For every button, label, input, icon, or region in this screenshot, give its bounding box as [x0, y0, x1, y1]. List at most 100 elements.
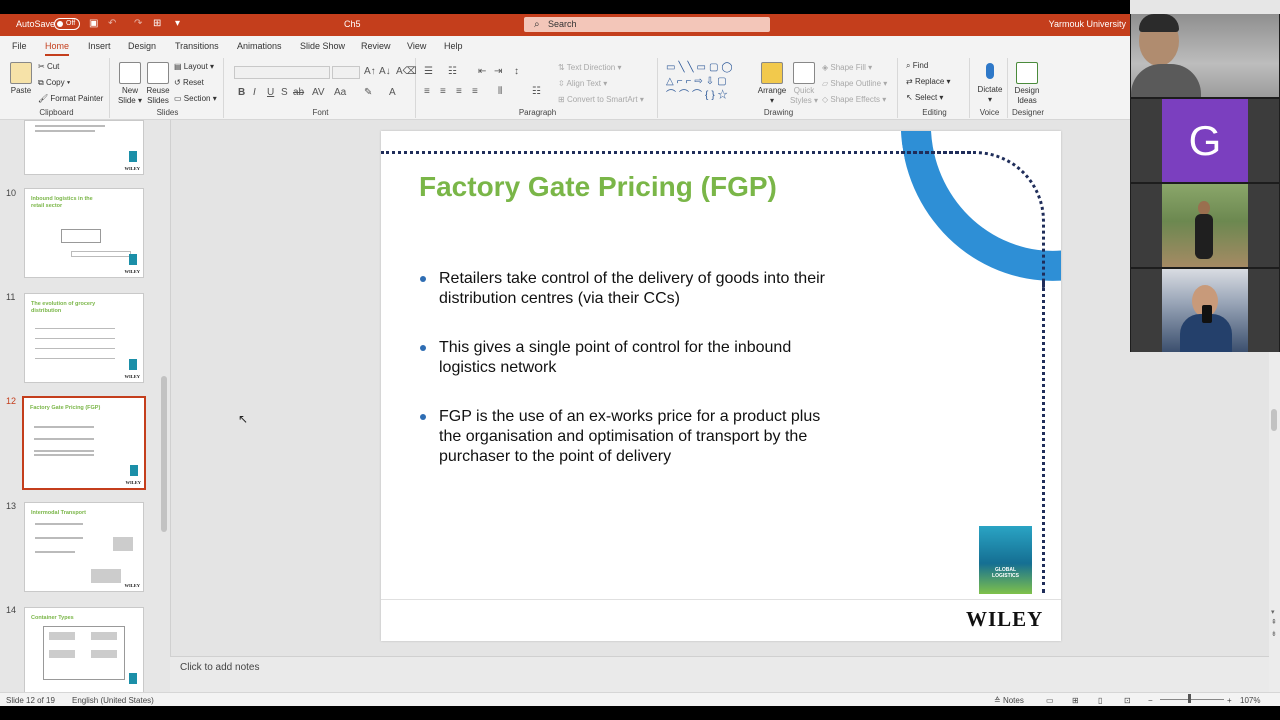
tab-review[interactable]: Review	[361, 41, 391, 51]
save-icon[interactable]: ▣	[89, 18, 98, 29]
replace-button[interactable]: ⇄ Replace ▾	[906, 77, 951, 86]
thumbnail-slide-14[interactable]: Container Types	[24, 607, 144, 697]
columns-icon[interactable]: ⫴	[498, 86, 502, 97]
shapes-gallery[interactable]: ▭╲╲▭▢◯ △⌐⌐⇨⇩▢ ⌒⌒⌒{}☆	[666, 61, 754, 105]
participant-tile-2[interactable]: G	[1131, 99, 1279, 182]
search-box[interactable]: ⌕ Search	[524, 17, 770, 32]
justify-icon[interactable]: ≡	[472, 86, 478, 97]
next-slide-icon[interactable]: ⇟	[1271, 630, 1277, 638]
line-spacing-icon[interactable]: ↕	[514, 66, 519, 77]
increase-indent-icon[interactable]: ⇥	[494, 66, 502, 77]
arrange-button[interactable]: Arrange ▾	[756, 62, 788, 106]
participant-tile-1[interactable]	[1131, 14, 1279, 97]
shape-effects-button[interactable]: ◇ Shape Effects ▾	[822, 95, 886, 104]
reading-view-icon[interactable]: ▯	[1098, 696, 1102, 705]
present-icon[interactable]: ⊞	[153, 18, 161, 29]
slide-sorter-icon[interactable]: ⊞	[1072, 696, 1079, 705]
grow-font-icon[interactable]: A↑	[364, 66, 376, 77]
zoom-level[interactable]: 107%	[1240, 696, 1260, 705]
autosave-toggle[interactable]: Off	[54, 18, 80, 30]
slide-scrollbar-thumb[interactable]	[1271, 409, 1277, 431]
participant-photo	[1162, 269, 1248, 352]
normal-view-icon[interactable]: ▭	[1046, 696, 1054, 705]
thumbnail-slide-13[interactable]: Intermodal Transport WILEY	[24, 502, 144, 592]
align-left-icon[interactable]: ≡	[424, 86, 430, 97]
reset-button[interactable]: ↺ Reset	[174, 78, 204, 87]
decrease-indent-icon[interactable]: ⇤	[478, 66, 486, 77]
thumbnail-slide-10[interactable]: Inbound logistics in the retail sector W…	[24, 188, 144, 278]
undo-icon[interactable]: ↶	[108, 18, 116, 29]
section-button[interactable]: ▭ Section ▾	[174, 94, 217, 103]
underline-icon[interactable]: U	[267, 87, 274, 98]
tab-help[interactable]: Help	[444, 41, 463, 51]
thumbnail-scrollbar[interactable]	[160, 122, 169, 692]
convert-smartart-button[interactable]: ⊞ Convert to SmartArt ▾	[558, 95, 644, 104]
tab-file[interactable]: File	[12, 41, 27, 51]
tab-insert[interactable]: Insert	[88, 41, 111, 51]
spacing-icon[interactable]: AV	[312, 87, 325, 98]
shape-fill-button[interactable]: ◈ Shape Fill ▾	[822, 63, 872, 72]
shape-outline-button[interactable]: ▱ Shape Outline ▾	[822, 79, 887, 88]
text-direction-button[interactable]: ⇅ Text Direction ▾	[558, 63, 622, 72]
new-slide-button[interactable]: New Slide ▾	[116, 62, 144, 106]
customize-toolbar-icon[interactable]: ▾	[175, 18, 180, 29]
redo-icon[interactable]: ↷	[134, 18, 142, 29]
tab-slide-show[interactable]: Slide Show	[300, 41, 345, 51]
find-button[interactable]: ⌕ Find	[906, 61, 928, 71]
account-name[interactable]: Yarmouk University	[1049, 19, 1126, 29]
previous-slide-icon[interactable]: ⇞	[1271, 618, 1277, 626]
thumbnail-slide-12[interactable]: Factory Gate Pricing (FGP) WILEY	[22, 396, 146, 490]
language-indicator[interactable]: English (United States)	[72, 696, 154, 705]
notes-button[interactable]: ≙ Notes	[994, 696, 1024, 705]
smartart-columns-icon[interactable]: ☷	[532, 86, 541, 97]
thumbnail-9-partial[interactable]: WILEY	[24, 120, 144, 175]
slide-title[interactable]: Factory Gate Pricing (FGP)	[419, 171, 777, 203]
dictate-button[interactable]: Dictate ▾	[974, 61, 1006, 105]
zoom-out-icon[interactable]: −	[1148, 696, 1153, 705]
design-ideas-button[interactable]: Design Ideas	[1010, 62, 1044, 106]
tab-view[interactable]: View	[407, 41, 426, 51]
format-painter-button[interactable]: 🖌 Format Painter	[38, 94, 103, 103]
font-name-box[interactable]	[234, 66, 330, 79]
strikethrough-icon[interactable]: ab	[293, 87, 304, 98]
tab-transitions[interactable]: Transitions	[175, 41, 219, 51]
quick-styles-button[interactable]: Quick Styles ▾	[788, 62, 820, 106]
tab-design[interactable]: Design	[128, 41, 156, 51]
zoom-slider-handle[interactable]	[1188, 694, 1191, 703]
clear-format-icon[interactable]: A⌫	[396, 66, 417, 77]
highlight-icon[interactable]: ✎	[364, 87, 372, 98]
bullets-icon[interactable]: ☰	[424, 66, 433, 77]
shadow-icon[interactable]: S	[281, 87, 288, 98]
participant-tile-3[interactable]	[1131, 184, 1279, 267]
shrink-font-icon[interactable]: A↓	[379, 66, 391, 77]
numbering-icon[interactable]: ☷	[448, 66, 457, 77]
zoom-slider[interactable]	[1160, 699, 1224, 700]
cut-button[interactable]: ✂ Cut	[38, 62, 59, 71]
zoom-in-icon[interactable]: +	[1227, 696, 1232, 705]
layout-button[interactable]: ▤ Layout ▾	[174, 62, 214, 71]
select-button[interactable]: ↖ Select ▾	[906, 93, 943, 102]
align-center-icon[interactable]: ≡	[440, 86, 446, 97]
document-title[interactable]: Ch5	[344, 19, 361, 29]
align-text-button[interactable]: ⇳ Align Text ▾	[558, 79, 607, 88]
slide-vertical-scrollbar[interactable]: ▾ ⇞ ⇟	[1269, 352, 1280, 692]
thumbnail-slide-11[interactable]: The evolution of grocery distribution WI…	[24, 293, 144, 383]
change-case-icon[interactable]: Aa	[334, 87, 346, 98]
font-color-icon[interactable]: A	[389, 87, 396, 98]
scroll-down-arrow-icon[interactable]: ▾	[1271, 608, 1275, 616]
align-right-icon[interactable]: ≡	[456, 86, 462, 97]
participant-tile-4[interactable]	[1131, 269, 1279, 352]
reuse-slides-button[interactable]: Reuse Slides	[144, 62, 172, 106]
notes-pane[interactable]: Click to add notes	[170, 656, 1270, 692]
slide-12[interactable]: Factory Gate Pricing (FGP) Retailers tak…	[381, 131, 1061, 641]
paste-button[interactable]: Paste	[6, 62, 36, 96]
bold-icon[interactable]: B	[238, 87, 245, 98]
slide-bullet-list[interactable]: Retailers take control of the delivery o…	[419, 269, 839, 496]
copy-button[interactable]: ⧉ Copy ▾	[38, 78, 70, 88]
tab-animations[interactable]: Animations	[237, 41, 282, 51]
font-size-box[interactable]	[332, 66, 360, 79]
slideshow-view-icon[interactable]: ⊡	[1124, 696, 1131, 705]
italic-icon[interactable]: I	[253, 87, 256, 98]
tab-home[interactable]: Home	[45, 41, 70, 56]
thumbnail-scrollbar-thumb[interactable]	[161, 376, 167, 532]
